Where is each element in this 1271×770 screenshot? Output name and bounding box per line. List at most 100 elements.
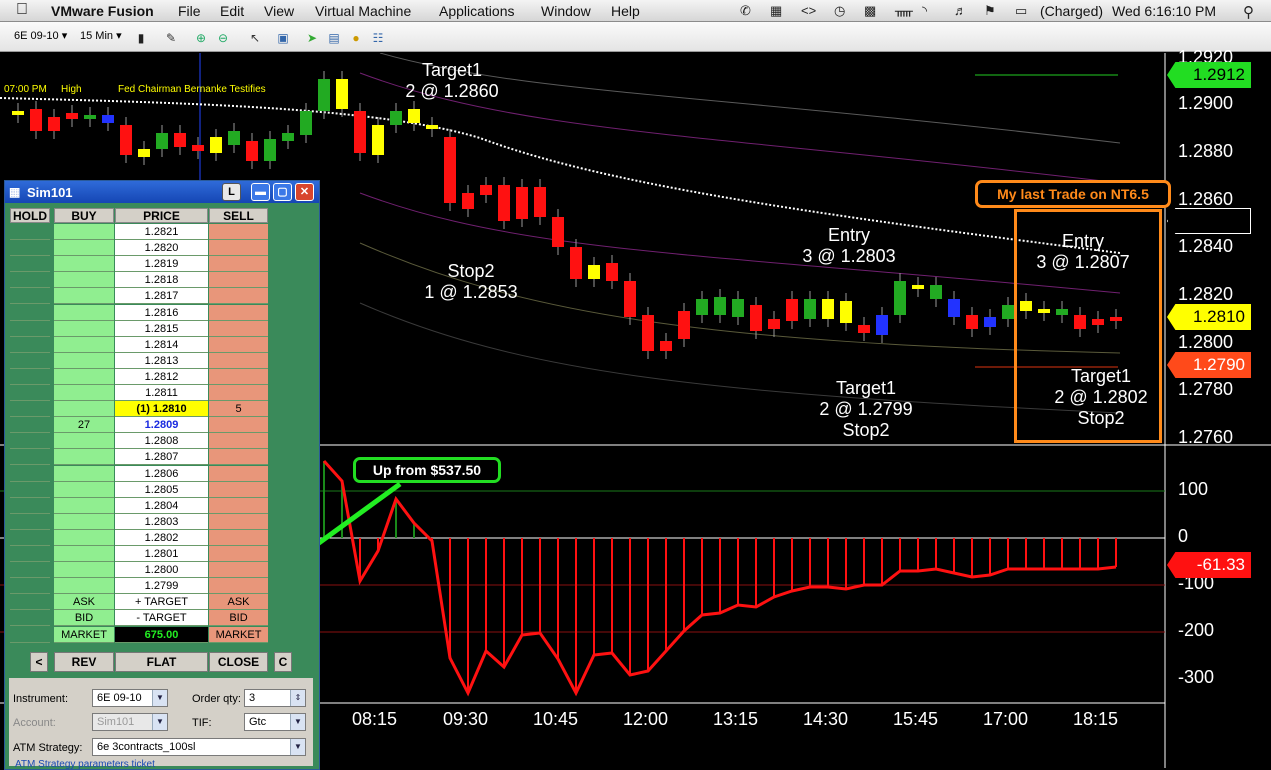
sell-cell[interactable] xyxy=(209,433,268,450)
sell-cell[interactable] xyxy=(209,529,268,546)
buy-cell[interactable] xyxy=(54,385,114,401)
sell-cell[interactable] xyxy=(209,240,268,257)
ask-row-price[interactable]: + TARGET xyxy=(115,594,208,611)
atm-strategy-select[interactable]: 6e 3contracts_100sl ▼ xyxy=(92,738,306,756)
zoom-in-icon[interactable]: ⊕ xyxy=(192,29,210,47)
wifi-icon[interactable]: ◝ xyxy=(922,3,927,19)
sell-cell[interactable] xyxy=(209,352,268,369)
stepper-icon[interactable]: ⇕ xyxy=(290,690,305,706)
sell-cell[interactable] xyxy=(209,336,268,353)
bid-row-price[interactable]: - TARGET xyxy=(115,610,208,627)
cursor-icon[interactable]: ↖ xyxy=(246,29,264,47)
sell-cell[interactable] xyxy=(209,562,268,579)
sell-cell[interactable] xyxy=(209,256,268,273)
buy-cell[interactable] xyxy=(54,272,114,289)
buy-cell[interactable] xyxy=(54,224,114,240)
sell-cell[interactable] xyxy=(209,449,268,466)
sell-cell[interactable] xyxy=(209,320,268,337)
maximize-button[interactable]: ▢ xyxy=(273,183,292,201)
sim101-titlebar[interactable]: ▦ Sim101 L ▬ ▢ ✕ xyxy=(5,181,319,203)
menu-view[interactable]: View xyxy=(264,3,294,19)
close-position-button[interactable]: CLOSE xyxy=(209,652,268,672)
bluetooth-icon[interactable]: ᚅ xyxy=(895,3,913,19)
market-row-sell[interactable]: MARKET xyxy=(209,626,268,643)
tif-select[interactable]: Gtc ▼ xyxy=(244,713,306,731)
apple-icon[interactable]:  xyxy=(16,1,28,19)
buy-cell[interactable] xyxy=(54,433,114,450)
time-machine-icon[interactable]: ◷ xyxy=(834,3,845,19)
sell-cell[interactable] xyxy=(209,465,268,482)
prev-button[interactable]: < xyxy=(30,652,48,672)
sell-cell[interactable] xyxy=(209,224,268,240)
sell-cell[interactable] xyxy=(209,304,268,321)
indicator-icon[interactable]: ▤ xyxy=(325,29,343,47)
sell-cell[interactable] xyxy=(209,417,268,434)
menu-edit[interactable]: Edit xyxy=(220,3,244,19)
display-icon[interactable]: ▦ xyxy=(770,3,782,19)
sim101-dom-window[interactable]: ▦ Sim101 L ▬ ▢ ✕ HOLD BUY PRICE SELL 1.2… xyxy=(4,180,320,770)
lock-button[interactable]: L xyxy=(222,183,241,201)
battery-icon[interactable]: ▭ xyxy=(1015,3,1027,19)
order-qty-stepper[interactable]: 3 ⇕ xyxy=(244,689,306,707)
rev-button[interactable]: REV xyxy=(54,652,114,672)
menu-app-name[interactable]: VMware Fusion xyxy=(51,3,154,19)
pencil-icon[interactable]: ✎ xyxy=(162,29,180,47)
strategy-icon[interactable]: ➤ xyxy=(303,29,321,47)
buy-cell[interactable] xyxy=(54,368,114,385)
sell-cell[interactable] xyxy=(209,497,268,514)
buy-cell[interactable] xyxy=(54,240,114,257)
menu-file[interactable]: File xyxy=(178,3,201,19)
ask-row-buy[interactable]: ASK xyxy=(54,594,114,611)
buy-cell[interactable]: 27 xyxy=(54,417,114,434)
flat-button[interactable]: FLAT xyxy=(115,652,208,672)
buy-cell[interactable] xyxy=(54,578,114,595)
sell-cell[interactable] xyxy=(209,288,268,305)
close-window-button[interactable]: ✕ xyxy=(295,183,314,201)
buy-cell[interactable] xyxy=(54,320,114,337)
zoom-out-icon[interactable]: ⊖ xyxy=(214,29,232,47)
menu-clock[interactable]: Wed 6:16:10 PM xyxy=(1112,3,1216,19)
buy-cell[interactable] xyxy=(54,449,114,466)
ask-row-sell[interactable]: ASK xyxy=(209,594,268,611)
buy-cell[interactable] xyxy=(54,546,114,562)
sell-cell[interactable] xyxy=(209,481,268,498)
buy-cell[interactable] xyxy=(54,465,114,482)
sell-cell[interactable] xyxy=(209,546,268,562)
buy-cell[interactable] xyxy=(54,513,114,530)
buy-cell[interactable] xyxy=(54,288,114,305)
account-select[interactable]: Sim101 ▼ xyxy=(92,713,168,731)
buy-cell[interactable] xyxy=(54,562,114,579)
buy-cell[interactable] xyxy=(54,336,114,353)
market-row-price[interactable]: 675.00 xyxy=(115,626,208,643)
screen-icon[interactable]: ▩ xyxy=(864,3,876,19)
buy-cell[interactable] xyxy=(54,352,114,369)
sell-cell[interactable]: 5 xyxy=(209,401,268,418)
center-button[interactable]: C xyxy=(274,652,292,672)
sell-cell[interactable] xyxy=(209,272,268,289)
instrument-select[interactable]: 6E 09-10 ▼ xyxy=(92,689,168,707)
flag-icon[interactable]: ⚑ xyxy=(984,3,996,19)
bid-row-sell[interactable]: BID xyxy=(209,610,268,627)
bid-row-buy[interactable]: BID xyxy=(54,610,114,627)
interval-selector[interactable]: 15 Min ▾ xyxy=(80,29,122,47)
sell-cell[interactable] xyxy=(209,578,268,595)
minimize-button[interactable]: ▬ xyxy=(251,183,270,201)
sell-cell[interactable] xyxy=(209,513,268,530)
phone-icon[interactable]: ✆ xyxy=(740,3,751,19)
menu-help[interactable]: Help xyxy=(611,3,640,19)
buy-cell[interactable] xyxy=(54,304,114,321)
coin-icon[interactable]: ● xyxy=(347,29,365,47)
atm-params-link[interactable]: ATM Strategy parameters ticket xyxy=(15,759,155,770)
candlestick-icon[interactable]: ▮ xyxy=(132,29,150,47)
buy-cell[interactable] xyxy=(54,481,114,498)
properties-icon[interactable]: ▣ xyxy=(274,29,292,47)
menu-applications[interactable]: Applications xyxy=(439,3,515,19)
data-box-icon[interactable]: ☷ xyxy=(369,29,387,47)
spotlight-icon[interactable]: ⚲ xyxy=(1243,3,1254,21)
buy-cell[interactable] xyxy=(54,529,114,546)
sell-cell[interactable] xyxy=(209,368,268,385)
volume-icon[interactable]: ♬ xyxy=(954,3,967,18)
buy-cell[interactable] xyxy=(54,401,114,418)
arrows-icon[interactable]: <> xyxy=(801,3,816,18)
sell-cell[interactable] xyxy=(209,385,268,401)
